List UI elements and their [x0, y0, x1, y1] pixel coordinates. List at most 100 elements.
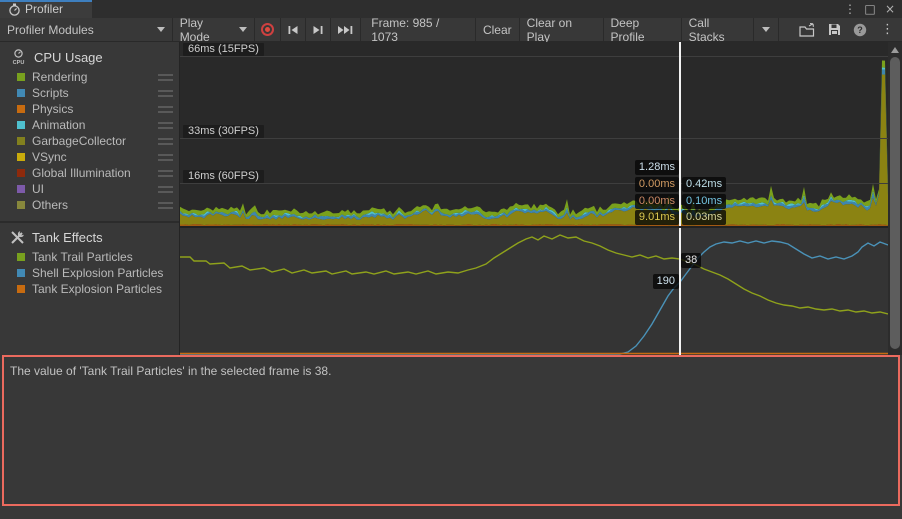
frame-counter: Frame: 985 / 1073 [361, 18, 476, 41]
legend-label: UI [32, 182, 44, 196]
selected-frame-line[interactable] [679, 42, 681, 226]
chevron-down-icon [157, 27, 165, 32]
current-frame-button[interactable] [331, 18, 361, 41]
legend-color-swatch [17, 201, 25, 209]
toolbar: Profiler Modules Play Mode [0, 18, 902, 42]
tools-icon [10, 230, 25, 245]
drag-handle-icon[interactable] [158, 186, 173, 193]
cpu-layer-blue [180, 70, 888, 220]
open-folder-icon [799, 23, 816, 37]
module-header-cpu-usage[interactable]: CPU CPU Usage [0, 42, 179, 69]
deep-profile-button[interactable]: Deep Profile [604, 18, 682, 41]
legend-color-swatch [17, 269, 25, 277]
drag-handle-icon[interactable] [158, 122, 173, 129]
previous-frame-button[interactable] [281, 18, 306, 41]
cpu-legend: Rendering Scripts PhysicsAnimationGarbageC… [0, 69, 179, 213]
frame-value-label: 0.00ms [635, 194, 679, 209]
frame-value-label: 9.01ms [635, 210, 679, 225]
drag-handle-icon[interactable] [158, 154, 173, 161]
cpu-usage-chart[interactable]: 66ms (15FPS) 33ms (30FPS) 16ms (60FPS) 1.2… [180, 42, 888, 226]
fps-gridline-label: 16ms (60FPS) [183, 170, 264, 183]
drag-handle-icon[interactable] [158, 106, 173, 113]
legend-item-scripts[interactable]: Scripts [0, 85, 179, 101]
drag-handle-icon[interactable] [158, 202, 173, 209]
tab-profiler[interactable]: Profiler [0, 0, 92, 18]
scroll-up-arrow-icon[interactable] [891, 47, 899, 53]
clear-on-play-button[interactable]: Clear on Play [520, 18, 604, 41]
profiler-modules-dropdown[interactable]: Profiler Modules [0, 18, 173, 41]
close-icon[interactable]: × [882, 1, 898, 17]
selected-frame-value-label: 190 [653, 274, 679, 289]
legend-item-others[interactable]: Others [0, 197, 179, 213]
legend-item-physics[interactable]: Physics [0, 101, 179, 117]
drag-handle-icon[interactable] [158, 170, 173, 177]
legend-item-animation[interactable]: Animation [0, 117, 179, 133]
chart-area: 66ms (15FPS) 33ms (30FPS) 16ms (60FPS) 1.2… [180, 42, 888, 355]
cpu-icon: CPU [10, 49, 27, 65]
legend-color-swatch [17, 285, 25, 293]
module-header-tank-effects[interactable]: Tank Effects [0, 223, 179, 249]
legend-label: GarbageCollector [32, 134, 126, 148]
frame-value-label: 1.28ms [635, 160, 679, 175]
skip-forward-icon [312, 25, 324, 35]
window-menu-icon[interactable]: ⋮ [842, 1, 858, 17]
drag-handle-icon[interactable] [158, 74, 173, 81]
legend-color-swatch [17, 89, 25, 97]
frame-value-label: 0.03ms [682, 210, 726, 225]
call-stacks-label: Call Stacks [689, 16, 746, 44]
tank-effects-chart[interactable]: 38190 [180, 228, 888, 355]
drag-handle-icon[interactable] [158, 90, 173, 97]
legend-item-global-illumination[interactable]: Global Illumination [0, 165, 179, 181]
load-profile-button[interactable] [793, 18, 822, 41]
tab-title: Profiler [25, 2, 63, 16]
legend-item-ui[interactable]: UI [0, 181, 179, 197]
legend-color-swatch [17, 137, 25, 145]
legend-label: Tank Trail Particles [32, 250, 133, 264]
legend-label: Others [32, 198, 68, 212]
legend-item-rendering[interactable]: Rendering [0, 69, 179, 85]
call-stacks-button[interactable]: Call Stacks [682, 18, 754, 41]
vertical-scrollbar[interactable] [888, 42, 902, 355]
legend-item-shell-explosion-particles[interactable]: Shell Explosion Particles [0, 265, 179, 281]
skip-back-icon [287, 25, 299, 35]
clear-button[interactable]: Clear [476, 18, 520, 41]
legend-label: Global Illumination [32, 166, 131, 180]
legend-label: Rendering [32, 70, 87, 84]
legend-color-swatch [17, 169, 25, 177]
fps-gridline [180, 183, 888, 184]
maximize-icon[interactable]: □ [862, 1, 878, 17]
legend-item-tank-explosion-particles[interactable]: Tank Explosion Particles [0, 281, 179, 297]
series-line-shell-explosion-particles [180, 241, 888, 354]
legend-label: Physics [32, 102, 73, 116]
legend-item-garbagecollector[interactable]: GarbageCollector [0, 133, 179, 149]
chevron-down-icon [762, 27, 770, 32]
legend-item-vsync[interactable]: VSync [0, 149, 179, 165]
legend-item-tank-trail-particles[interactable]: Tank Trail Particles [0, 249, 179, 265]
selected-frame-value-label: 38 [681, 253, 701, 268]
legend-color-swatch [17, 105, 25, 113]
clear-on-play-label: Clear on Play [527, 16, 596, 44]
selected-frame-line[interactable] [679, 228, 681, 355]
window-controls: ⋮ □ × [842, 0, 902, 18]
status-message: The value of 'Tank Trail Particles' in t… [4, 357, 898, 385]
next-frame-button[interactable] [306, 18, 331, 41]
fps-gridline-label: 33ms (30FPS) [183, 125, 264, 138]
scrollbar-thumb[interactable] [890, 57, 900, 349]
play-mode-dropdown[interactable]: Play Mode [173, 18, 256, 41]
clear-label: Clear [483, 23, 512, 37]
frame-value-label: 0.42ms [682, 177, 726, 192]
toolbar-menu-icon[interactable]: ⋮ [873, 18, 902, 41]
legend-label: Scripts [32, 86, 69, 100]
legend-label: Shell Explosion Particles [32, 266, 163, 280]
fps-gridline-label: 66ms (15FPS) [183, 43, 264, 56]
profiler-window: Profiler ⋮ □ × Profiler Modules Play Mod… [0, 0, 902, 519]
fps-gridline [180, 138, 888, 139]
record-button[interactable] [255, 18, 281, 41]
module-title: Tank Effects [32, 230, 103, 245]
call-stacks-dropdown[interactable] [754, 18, 779, 41]
help-button[interactable]: ? [847, 18, 873, 41]
record-icon [261, 23, 274, 36]
save-profile-button[interactable] [822, 18, 847, 41]
drag-handle-icon[interactable] [158, 138, 173, 145]
legend-color-swatch [17, 253, 25, 261]
